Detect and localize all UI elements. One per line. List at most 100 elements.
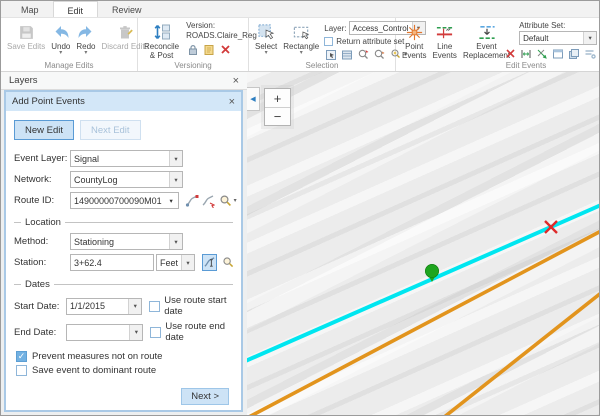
redo-button[interactable]: Redo ▾ <box>74 21 97 57</box>
event-settings-icon[interactable] <box>583 47 597 60</box>
select-button[interactable]: Select ▾ <box>253 21 279 57</box>
group-manage-edits: Save Edits Undo ▾ Redo ▾ <box>1 18 138 71</box>
method-dropdown[interactable]: Stationing ▾ <box>70 233 183 250</box>
station-unit-dropdown[interactable]: Feet ▾ <box>156 254 195 271</box>
dates-section-divider: Dates <box>14 279 233 290</box>
undo-button[interactable]: Undo ▾ <box>49 21 72 57</box>
station-input[interactable] <box>70 254 154 271</box>
close-icon[interactable]: × <box>229 97 235 107</box>
collapse-icon: ◀ <box>250 95 255 103</box>
chevron-down-icon: ▾ <box>128 299 141 314</box>
new-edit-button[interactable]: New Edit <box>14 120 74 140</box>
layers-pane-title: Layers <box>9 75 38 86</box>
use-route-start-date-label: Use route start date <box>164 295 233 317</box>
chevron-down-icon[interactable]: ▾ <box>300 51 303 56</box>
start-date-dropdown[interactable]: 1/1/2015 ▾ <box>66 298 142 315</box>
group-selection: Select ▾ Rectangle ▾ Layer: Access_Contr… <box>249 18 396 71</box>
network-label: Network: <box>14 174 70 185</box>
network-dropdown[interactable]: CountyLog ▾ <box>70 171 183 188</box>
chevron-down-icon: ▾ <box>169 151 182 166</box>
event-layer-dropdown[interactable]: Signal ▾ <box>70 150 183 167</box>
rectangle-select-button[interactable]: Rectangle ▾ <box>281 21 321 57</box>
use-route-start-date-checkbox[interactable] <box>149 301 160 312</box>
delete-event-icon[interactable] <box>503 47 517 60</box>
event-replacement-icon <box>477 22 497 42</box>
road-centerline-2 <box>443 293 599 415</box>
start-date-label: Start Date: <box>14 301 66 312</box>
save-dominant-checkbox[interactable] <box>16 365 27 376</box>
pane-header[interactable]: Add Point Events × <box>6 92 241 111</box>
layers-pane-header[interactable]: Layers × <box>1 72 247 90</box>
tab-edit[interactable]: Edit <box>53 1 99 17</box>
map-zoom-control: + − <box>264 88 291 126</box>
undo-icon <box>52 22 70 42</box>
select-route-on-map-icon[interactable] <box>184 192 200 209</box>
return-attribute-set-label: Return attribute set <box>336 37 404 46</box>
delete-version-icon[interactable] <box>218 43 232 56</box>
rectangle-icon <box>292 22 311 42</box>
prevent-measures-checkbox[interactable]: ✓ <box>16 351 27 362</box>
method-label: Method: <box>14 236 70 247</box>
select-by-shape-icon[interactable] <box>324 48 338 61</box>
collapse-pane-handle[interactable]: ◀ <box>247 87 260 111</box>
post-version-icon[interactable] <box>202 43 216 56</box>
station-label: Station: <box>14 257 70 268</box>
copy-events-icon[interactable] <box>567 47 581 60</box>
zoom-to-route-icon[interactable] <box>218 192 234 209</box>
save-dominant-label: Save event to dominant route <box>32 365 156 376</box>
save-edits-button[interactable]: Save Edits <box>5 21 47 52</box>
check-icon: ✓ <box>18 351 26 362</box>
map-view[interactable]: ◀ + − <box>247 72 599 415</box>
merge-events-icon[interactable] <box>519 47 533 60</box>
use-route-end-date-label: Use route end date <box>165 321 233 343</box>
pan-to-selection-icon[interactable] <box>372 48 386 61</box>
select-icon <box>257 22 276 42</box>
tab-review[interactable]: Review <box>98 1 156 17</box>
attribute-table-icon[interactable] <box>340 48 354 61</box>
redo-icon <box>77 22 95 42</box>
tab-map[interactable]: Map <box>7 1 53 17</box>
save-icon <box>18 22 35 42</box>
line-events-button[interactable]: Line Events <box>430 21 458 61</box>
use-route-end-date-checkbox[interactable] <box>150 327 161 338</box>
group-caption-selection: Selection <box>249 61 395 70</box>
select-route-from-selection-icon[interactable] <box>200 192 216 209</box>
return-attribute-set-checkbox[interactable] <box>324 37 333 46</box>
application-window: Map Edit Review Save Edits Undo ▾ <box>0 0 600 416</box>
reconcile-icon <box>152 22 172 42</box>
reconcile-post-button[interactable]: Reconcile & Post <box>142 21 181 61</box>
zoom-out-button[interactable]: − <box>265 107 290 125</box>
split-event-icon[interactable] <box>535 47 549 60</box>
zoom-to-selection-icon[interactable] <box>356 48 370 61</box>
route-id-label: Route ID: <box>14 195 70 206</box>
add-point-events-pane: Add Point Events × New Edit Next Edit Ev… <box>4 90 243 412</box>
point-events-icon <box>405 22 424 42</box>
version-label: Version: <box>186 21 257 31</box>
group-caption-manage-edits: Manage Edits <box>1 61 137 70</box>
end-date-dropdown[interactable]: ▾ <box>66 324 143 341</box>
next-edit-button[interactable]: Next Edit <box>80 120 141 140</box>
chevron-down-icon: ▾ <box>169 172 182 187</box>
discard-icon <box>117 22 133 42</box>
chevron-down-icon: ▾ <box>181 255 194 270</box>
close-icon[interactable]: × <box>233 76 239 86</box>
next-button[interactable]: Next > <box>181 388 229 405</box>
chevron-down-icon[interactable]: ▾ <box>59 51 62 56</box>
event-attributes-icon[interactable] <box>551 47 565 60</box>
chevron-down-icon[interactable]: ▾ <box>234 197 237 204</box>
ribbon-tab-bar: Map Edit Review <box>1 1 599 18</box>
attribute-set-dropdown[interactable]: Default ▾ <box>519 31 597 45</box>
zoom-to-station-icon[interactable] <box>221 254 236 271</box>
chevron-down-icon[interactable]: ▾ <box>84 51 87 56</box>
group-caption-edit-events: Edit Events <box>486 61 566 70</box>
pick-station-on-map-button[interactable] <box>202 254 217 271</box>
pane-title: Add Point Events <box>12 96 85 107</box>
lock-icon[interactable] <box>186 43 200 56</box>
route-id-combo[interactable]: 14900000700090M01 ▾ <box>70 192 179 209</box>
zoom-in-button[interactable]: + <box>265 89 290 107</box>
left-dock: Layers × Add Point Events × New Edit Nex… <box>1 72 247 415</box>
point-events-button[interactable]: Point Events <box>400 21 428 61</box>
group-caption-versioning: Versioning <box>138 61 248 70</box>
chevron-down-icon: ▾ <box>583 32 596 44</box>
chevron-down-icon[interactable]: ▾ <box>265 51 268 56</box>
